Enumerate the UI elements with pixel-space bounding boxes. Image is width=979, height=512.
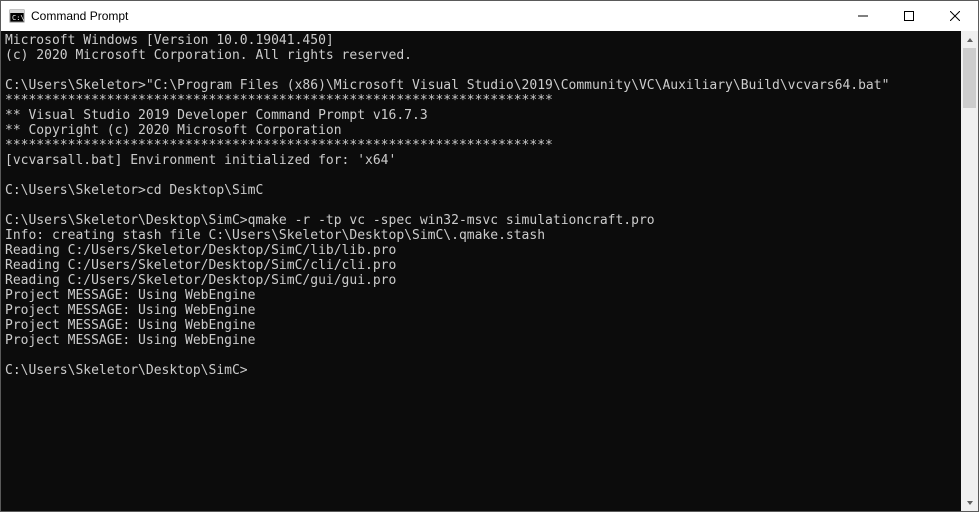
window-frame: C:\ Command Prompt Microsoft Windows [Ve… — [0, 0, 979, 512]
terminal-line: ** Copyright (c) 2020 Microsoft Corporat… — [5, 123, 957, 138]
terminal-line: C:\Users\Skeletor\Desktop\SimC>qmake -r … — [5, 213, 957, 228]
terminal-line: ****************************************… — [5, 93, 957, 108]
window-title: Command Prompt — [31, 9, 128, 23]
terminal-line: (c) 2020 Microsoft Corporation. All righ… — [5, 48, 957, 63]
terminal-line: Reading C:/Users/Skeletor/Desktop/SimC/c… — [5, 258, 957, 273]
terminal-line: ****************************************… — [5, 138, 957, 153]
terminal-line — [5, 348, 957, 363]
terminal-line: ** Visual Studio 2019 Developer Command … — [5, 108, 957, 123]
terminal-output[interactable]: Microsoft Windows [Version 10.0.19041.45… — [1, 31, 961, 511]
terminal-line: C:\Users\Skeletor>cd Desktop\SimC — [5, 183, 957, 198]
terminal-line: C:\Users\Skeletor\Desktop\SimC> — [5, 363, 957, 378]
terminal-line: C:\Users\Skeletor>"C:\Program Files (x86… — [5, 78, 957, 93]
close-button[interactable] — [932, 1, 978, 31]
svg-text:C:\: C:\ — [12, 14, 25, 22]
minimize-button[interactable] — [840, 1, 886, 31]
window-controls — [840, 1, 978, 31]
terminal-line: Reading C:/Users/Skeletor/Desktop/SimC/l… — [5, 243, 957, 258]
vertical-scrollbar[interactable] — [961, 31, 978, 511]
terminal-line: [vcvarsall.bat] Environment initialized … — [5, 153, 957, 168]
terminal-line — [5, 63, 957, 78]
terminal-line: Info: creating stash file C:\Users\Skele… — [5, 228, 957, 243]
scrollbar-track-inner[interactable] — [961, 48, 978, 494]
scrollbar-thumb[interactable] — [963, 48, 976, 108]
terminal-line — [5, 198, 957, 213]
terminal-line: Reading C:/Users/Skeletor/Desktop/SimC/g… — [5, 273, 957, 288]
terminal-line: Project MESSAGE: Using WebEngine — [5, 333, 957, 348]
client-area: Microsoft Windows [Version 10.0.19041.45… — [1, 31, 978, 511]
terminal-line: Project MESSAGE: Using WebEngine — [5, 318, 957, 333]
titlebar[interactable]: C:\ Command Prompt — [1, 1, 978, 31]
terminal-line: Project MESSAGE: Using WebEngine — [5, 288, 957, 303]
maximize-button[interactable] — [886, 1, 932, 31]
terminal-line — [5, 168, 957, 183]
terminal-line: Project MESSAGE: Using WebEngine — [5, 303, 957, 318]
scrollbar-up-arrow[interactable] — [961, 31, 978, 48]
scrollbar-down-arrow[interactable] — [961, 494, 978, 511]
app-icon: C:\ — [9, 8, 25, 24]
terminal-line: Microsoft Windows [Version 10.0.19041.45… — [5, 33, 957, 48]
